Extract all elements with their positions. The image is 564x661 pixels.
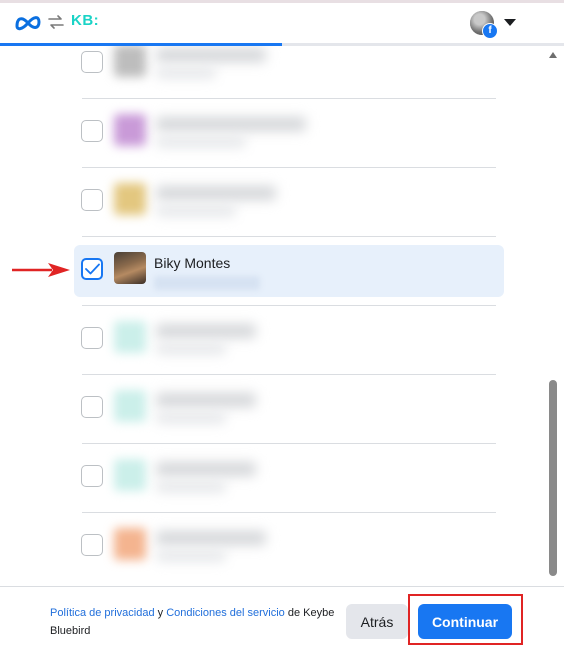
blurred-name [156,531,266,545]
back-button[interactable]: Atrás [346,604,408,639]
list-item-selected[interactable]: Biky Montes [74,245,504,297]
privacy-policy-link[interactable]: Política de privacidad [50,607,155,619]
divider [82,98,496,99]
blurred-subtitle [156,344,226,354]
divider [82,167,496,168]
avatar[interactable]: f [470,11,498,39]
divider [82,236,496,237]
chevron-down-icon[interactable] [504,19,516,26]
blurred-subtitle [156,137,246,147]
list-item[interactable] [74,107,504,159]
thumbnail [114,114,146,146]
list-item[interactable] [74,383,504,435]
checkbox[interactable] [81,396,103,418]
blurred-name [156,117,306,131]
checkbox[interactable] [81,189,103,211]
blurred-name [156,462,256,476]
scrollbar-thumb[interactable] [549,380,557,576]
blurred-name [156,186,276,200]
profile-thumbnail [114,252,146,284]
footer-divider [0,586,564,587]
blurred-name [156,48,266,62]
scrollbar[interactable] [546,46,560,586]
check-icon [85,263,100,275]
list-item[interactable] [74,46,504,90]
list-item[interactable] [74,176,504,228]
thumbnail [114,390,146,422]
footer-conjunction: y [154,607,167,619]
checkbox[interactable] [81,327,103,349]
meta-logo-icon [15,16,41,31]
blurred-name [156,393,256,407]
swap-icon [48,15,64,29]
checkbox[interactable] [81,465,103,487]
blurred-subtitle [156,206,236,216]
divider [82,374,496,375]
checkbox[interactable] [81,534,103,556]
blurred-subtitle [156,68,216,78]
blurred-name [156,324,256,338]
checkbox-checked[interactable] [81,258,103,280]
red-highlight-annotation [408,594,523,645]
blurred-subtitle [154,276,260,290]
list-item[interactable] [74,314,504,366]
scroll-up-icon[interactable] [549,52,557,58]
header: KB: f [0,3,564,43]
terms-of-service-link[interactable]: Condiciones del servicio [166,607,285,619]
facebook-icon: f [482,23,498,39]
blurred-subtitle [156,551,226,561]
red-arrow-annotation [12,263,70,277]
thumbnail [114,46,146,77]
footer-legal-text: Política de privacidad y Condiciones del… [50,604,340,640]
blurred-subtitle [156,413,226,423]
checkbox[interactable] [81,51,103,73]
divider [82,305,496,306]
thumbnail [114,459,146,491]
checkbox[interactable] [81,120,103,142]
thumbnail [114,183,146,215]
account-list: Biky Montes [0,46,546,586]
divider [82,512,496,513]
app-logo: KB: [71,12,100,29]
list-item[interactable] [74,521,504,573]
blurred-subtitle [156,482,226,492]
divider [82,443,496,444]
thumbnail [114,321,146,353]
thumbnail [114,528,146,560]
list-item[interactable] [74,452,504,504]
account-name: Biky Montes [154,255,231,271]
